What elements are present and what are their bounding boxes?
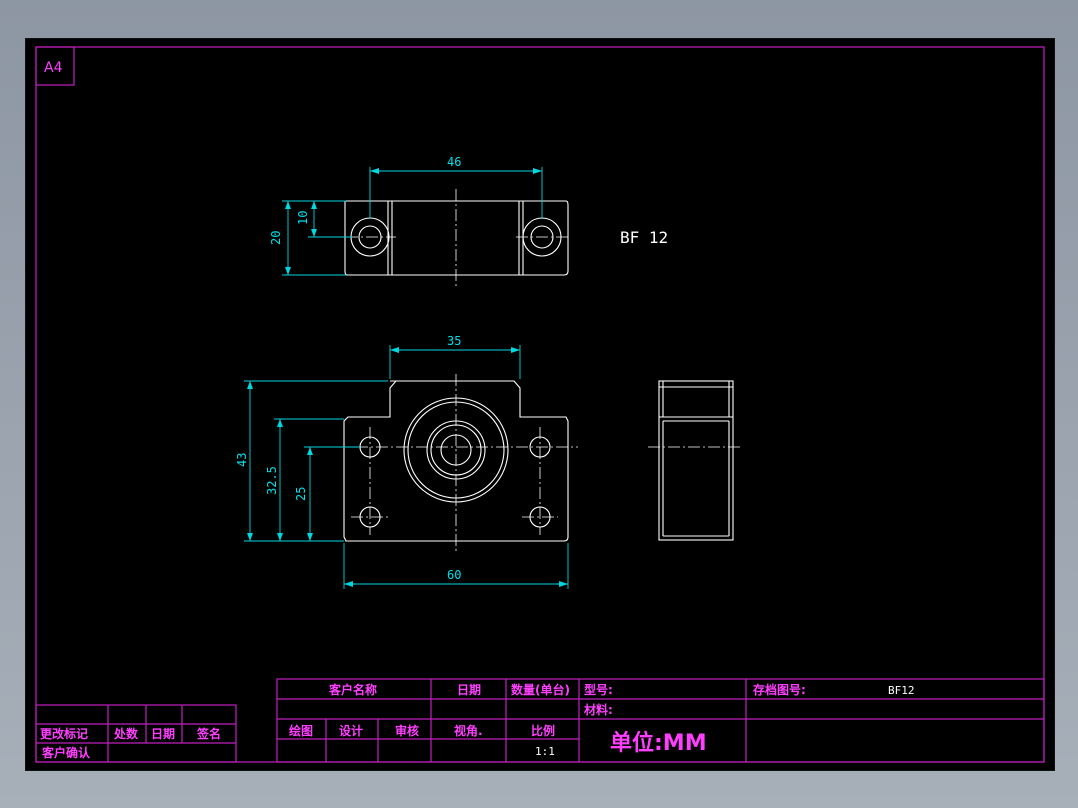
dim-front-width: 60 — [447, 568, 461, 582]
cad-drawing: A4 46 10 20 BF 12 35 43 32.5 25 60 客户名称 … — [35, 46, 1045, 763]
top-view-dimensions: 46 10 20 — [269, 155, 543, 276]
dim-front-top-width: 35 — [447, 334, 461, 348]
dim-front-mid-height: 32.5 — [265, 466, 279, 495]
tb-scale-label: 比例 — [531, 723, 555, 738]
tb-model: 型号: — [584, 682, 613, 697]
top-view — [344, 189, 571, 287]
tb-review: 审核 — [395, 723, 419, 738]
tb-archive-value: BF12 — [888, 684, 915, 697]
drawing-viewport[interactable]: A4 46 10 20 BF 12 35 43 32.5 25 60 客户名称 … — [25, 38, 1055, 771]
rev-mark: 更改标记 — [40, 726, 88, 741]
dim-front-height: 43 — [235, 453, 249, 467]
sheet-size-label: A4 — [44, 60, 63, 76]
rev-date: 日期 — [151, 726, 175, 741]
title-block: 客户名称 日期 数量(单台) 型号: 存档图号: BF12 材料: 绘图 设计 … — [276, 678, 1045, 763]
front-view-dimensions: 35 43 32.5 25 60 — [235, 334, 569, 589]
dim-top-inner-height: 10 — [296, 211, 310, 225]
customer-confirm: 客户确认 — [41, 745, 91, 760]
side-view — [648, 380, 742, 541]
tb-quantity: 数量(单台) — [511, 682, 570, 697]
front-view — [336, 374, 578, 554]
tb-view-angle: 视角. — [454, 723, 483, 738]
tb-drawn: 绘图 — [289, 723, 313, 738]
part-label: BF 12 — [620, 228, 668, 247]
outer-frame — [35, 46, 1045, 763]
dim-top-height: 20 — [269, 231, 283, 245]
tb-archive-no: 存档图号: — [752, 682, 806, 697]
dim-front-hole-height: 25 — [294, 487, 308, 501]
tb-unit: 单位:MM — [610, 730, 707, 756]
tb-design: 设计 — [339, 723, 363, 738]
dim-top-width: 46 — [447, 155, 461, 169]
tb-customer-name: 客户名称 — [328, 682, 377, 697]
rev-signature: 签名 — [196, 726, 221, 741]
tb-scale-value: 1:1 — [535, 745, 555, 758]
rev-count: 处数 — [113, 726, 139, 741]
tb-date: 日期 — [457, 682, 481, 697]
tb-material: 材料: — [583, 702, 613, 717]
revision-block: 更改标记 处数 日期 签名 客户确认 — [35, 704, 237, 763]
